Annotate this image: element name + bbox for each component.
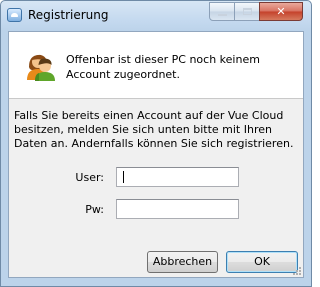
users-icon — [27, 54, 55, 81]
window-title: Registrierung — [28, 8, 109, 22]
user-label: User: — [75, 171, 104, 184]
password-input[interactable] — [116, 199, 239, 219]
user-input[interactable] — [116, 167, 239, 187]
close-icon: ✕ — [276, 5, 286, 18]
account-status-message: Offenbar ist dieser PC noch keinem Accou… — [66, 53, 260, 81]
minimize-button[interactable] — [209, 2, 235, 21]
maximize-button[interactable] — [234, 2, 260, 21]
text-caret — [123, 171, 124, 183]
login-instructions: Falls Sie bereits einen Account auf der … — [14, 109, 294, 150]
registration-dialog: Registrierung ✕ Offenbar ist dieser PC n… — [0, 0, 312, 287]
dialog-client-area: Offenbar ist dieser PC noch keinem Accou… — [8, 31, 304, 278]
ok-button[interactable]: OK — [226, 251, 298, 273]
title-bar[interactable]: Registrierung ✕ — [1, 1, 311, 31]
header-panel: Offenbar ist dieser PC noch keinem Accou… — [9, 32, 303, 99]
login-panel: Falls Sie bereits einen Account auf der … — [9, 99, 303, 277]
resize-grip-icon[interactable] — [292, 266, 302, 276]
password-label: Pw: — [85, 203, 104, 216]
cloud-app-icon — [7, 8, 22, 22]
maximize-icon — [243, 8, 252, 15]
cancel-button[interactable]: Abbrechen — [147, 251, 218, 273]
close-button[interactable]: ✕ — [259, 2, 303, 21]
minimize-icon — [218, 14, 227, 16]
